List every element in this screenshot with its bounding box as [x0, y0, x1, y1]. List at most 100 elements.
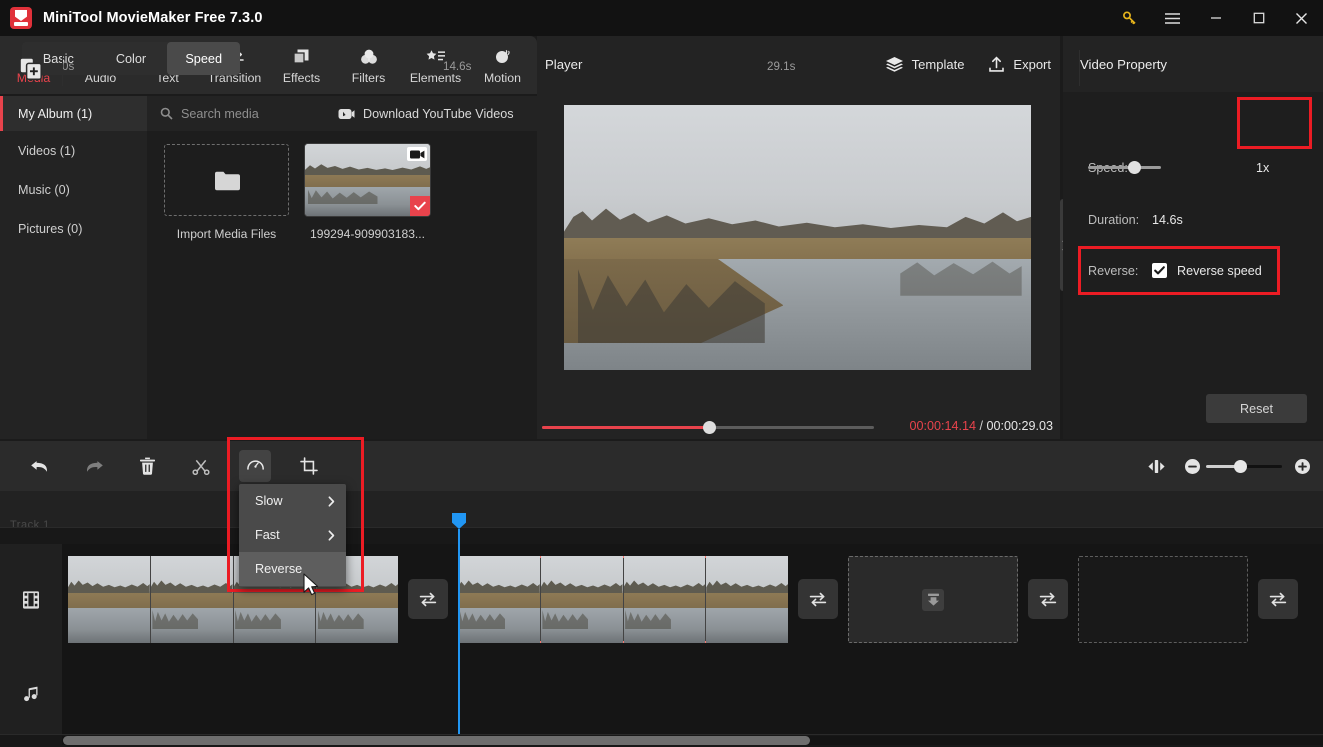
- tab-label: Color: [115, 51, 147, 66]
- download-box-icon: [922, 588, 944, 611]
- reset-label: Reset: [1240, 401, 1273, 416]
- menu-item-fast[interactable]: Fast: [239, 518, 346, 552]
- tab-speed[interactable]: Speed: [167, 42, 241, 75]
- check-icon[interactable]: [410, 196, 430, 216]
- sidebar-item-pictures[interactable]: Pictures (0): [0, 209, 147, 248]
- video-preview[interactable]: [564, 105, 1031, 370]
- transition-slot-3[interactable]: [1028, 579, 1068, 619]
- drop-slot-2[interactable]: [1078, 556, 1248, 643]
- import-media-cell[interactable]: Import Media Files: [164, 144, 289, 241]
- window-controls: [1108, 0, 1323, 36]
- reverse-speed-checkbox[interactable]: [1152, 263, 1167, 278]
- audio-track-body[interactable]: [62, 655, 1323, 734]
- music-note-icon: [22, 685, 41, 704]
- speed-slider[interactable]: [1088, 166, 1161, 169]
- menu-item-label: Slow: [255, 494, 283, 508]
- video-camera-icon: [407, 147, 427, 161]
- undo-button[interactable]: [24, 450, 56, 482]
- media-item-caption: 199294-909903183...: [310, 227, 425, 241]
- transition-arrows-icon: [418, 591, 438, 608]
- hamburger-menu-icon[interactable]: [1151, 0, 1194, 36]
- preview-frame-image: [564, 105, 1031, 370]
- split-button[interactable]: [185, 450, 217, 482]
- ruler-tick: 14.6s: [443, 60, 472, 73]
- duration-label: Duration:: [1088, 213, 1140, 227]
- zoom-in-button[interactable]: [1286, 450, 1318, 482]
- import-media-dropzone[interactable]: [164, 144, 289, 216]
- video-track-header[interactable]: [0, 544, 62, 655]
- transition-arrows-icon: [1268, 591, 1288, 608]
- video-property-panel: Video Property: [1063, 36, 1323, 439]
- app-logo-icon: [10, 7, 32, 29]
- sidebar-item-my-album[interactable]: My Album (1): [0, 96, 147, 131]
- video-clip-1[interactable]: [68, 556, 398, 643]
- upload-icon: [988, 55, 1005, 73]
- seek-fill: [542, 426, 710, 429]
- template-button[interactable]: Template: [885, 56, 965, 73]
- menu-item-slow[interactable]: Slow: [239, 484, 346, 518]
- export-button[interactable]: Export: [988, 55, 1051, 73]
- transition-arrows-icon: [808, 591, 828, 608]
- redo-button[interactable]: [78, 450, 110, 482]
- media-thumbnail[interactable]: [304, 143, 431, 217]
- search-input[interactable]: [181, 106, 351, 121]
- zoom-out-button[interactable]: [1176, 450, 1208, 482]
- media-grid: Import Media Files 199294-909903183...: [147, 131, 537, 241]
- time-separator: /: [979, 419, 983, 433]
- fit-timeline-icon[interactable]: [1140, 450, 1172, 482]
- youtube-label: Download YouTube Videos: [363, 106, 514, 121]
- key-icon[interactable]: [1108, 0, 1151, 36]
- timeline-zoom-handle[interactable]: [1234, 460, 1247, 473]
- title-bar: MiniTool MovieMaker Free 7.3.0: [0, 0, 1323, 36]
- close-icon[interactable]: [1280, 0, 1323, 36]
- tab-label: Filters: [351, 70, 386, 85]
- sidebar-item-label: Videos (1): [18, 143, 76, 158]
- seek-slider[interactable]: [542, 421, 874, 434]
- tab-color[interactable]: Color: [95, 42, 168, 75]
- import-media-label: Import Media Files: [176, 227, 277, 241]
- track-tooltip: Track 1: [10, 519, 50, 531]
- menu-item-label: Fast: [255, 528, 280, 542]
- sidebar-item-music[interactable]: Music (0): [0, 170, 147, 209]
- delete-button[interactable]: [131, 450, 163, 482]
- tab-filters[interactable]: Filters: [335, 36, 402, 94]
- ruler-tick: 29.1s: [767, 60, 796, 73]
- minimize-icon[interactable]: [1194, 0, 1237, 36]
- menu-item-reverse[interactable]: Reverse: [239, 552, 346, 586]
- menu-item-label: Reverse: [255, 562, 303, 576]
- seek-handle[interactable]: [703, 421, 716, 434]
- app-title: MiniTool MovieMaker Free 7.3.0: [43, 10, 263, 26]
- timeline-scrollbar-thumb[interactable]: [63, 736, 810, 745]
- speed-slider-handle[interactable]: [1128, 161, 1141, 174]
- transition-slot-1[interactable]: [408, 579, 448, 619]
- speed-value: 1x: [1256, 161, 1270, 175]
- video-property-title: Video Property: [1080, 56, 1167, 72]
- total-time: 00:00:29.03: [986, 419, 1053, 433]
- ruler-tick: 0s: [62, 60, 75, 73]
- template-label: Template: [911, 56, 965, 72]
- player-header-actions: Template Export: [885, 36, 1051, 92]
- crop-button[interactable]: [293, 450, 325, 482]
- video-clip-2[interactable]: [458, 556, 788, 643]
- transition-slot-2[interactable]: [798, 579, 838, 619]
- time-display: 00:00:14.14 / 00:00:29.03: [909, 419, 1053, 433]
- tab-effects[interactable]: Effects: [268, 36, 335, 94]
- add-track-button[interactable]: [20, 58, 42, 80]
- reset-button[interactable]: Reset: [1206, 394, 1307, 423]
- sidebar-item-videos[interactable]: Videos (1): [0, 131, 147, 170]
- clip-thumbnails: [68, 556, 398, 643]
- media-item[interactable]: 199294-909903183...: [304, 143, 431, 241]
- tab-motion[interactable]: Motion: [469, 36, 536, 94]
- speed-button[interactable]: [239, 450, 271, 482]
- transition-slot-4[interactable]: [1258, 579, 1298, 619]
- tab-label: Effects: [282, 70, 321, 85]
- audio-track-header[interactable]: [0, 655, 62, 734]
- chevron-right-icon: [328, 529, 335, 541]
- my-album-label: My Album (1): [18, 106, 93, 121]
- drop-slot-1[interactable]: [848, 556, 1018, 643]
- download-youtube-videos-button[interactable]: Download YouTube Videos: [338, 96, 514, 131]
- maximize-icon[interactable]: [1237, 0, 1280, 36]
- export-label: Export: [1013, 56, 1051, 72]
- app-window: MiniTool MovieMaker Free 7.3.0 Audio Tex…: [0, 0, 1323, 747]
- timeline-ruler[interactable]: [0, 491, 1323, 527]
